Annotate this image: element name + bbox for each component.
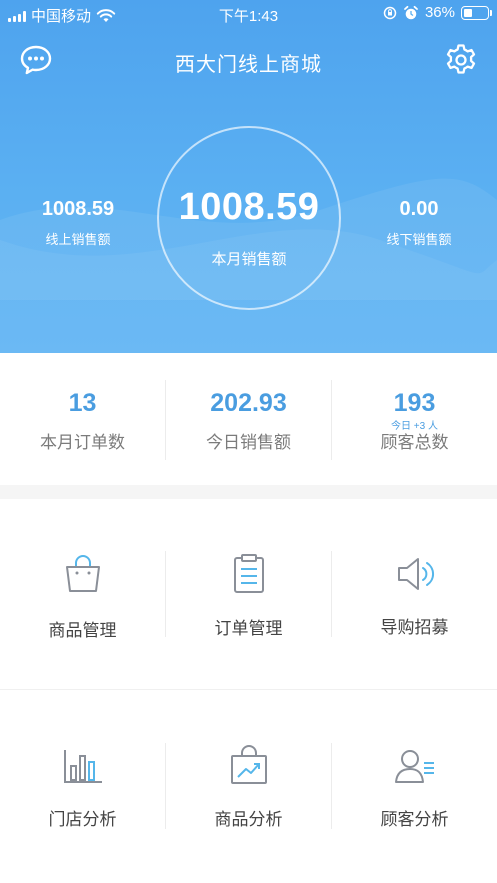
menu-item-guide-recruitment[interactable]: 导购招募 [332, 499, 497, 689]
online-sales-stat: 1008.59 线上销售额 [3, 198, 153, 248]
today-sales-label: 今日销售额 [206, 433, 291, 452]
today-sales-stat[interactable]: 202.93 今日销售额 [166, 353, 331, 485]
monthly-orders-value: 13 [68, 389, 97, 417]
menu-item-label: 导购招募 [380, 618, 449, 637]
monthly-sales-value: 1008.59 [178, 186, 320, 228]
total-customers-value: 193 [393, 389, 436, 417]
total-customers-stat[interactable]: 193 今日 +3 人 顾客总数 [332, 353, 497, 485]
menu-item-order-management[interactable]: 订单管理 [166, 499, 331, 689]
rotation-lock-icon [383, 6, 397, 19]
bar-chart-icon [64, 750, 102, 783]
gear-icon[interactable] [443, 42, 479, 78]
menu-item-product-analysis[interactable]: 商品分析 [166, 690, 331, 880]
summary-row: 13 本月订单数 202.93 今日销售额 193 今日 +3 人 顾客总数 [0, 353, 497, 485]
status-bar: 中国移动 下午1:43 36% [0, 0, 497, 28]
monthly-orders-label: 本月订单数 [40, 433, 125, 452]
menu-grid: 商品管理 订单管理 导购招募 门店分析 商品分析 顾客分析 [0, 499, 497, 883]
menu-item-product-management[interactable]: 商品管理 [0, 499, 165, 689]
monthly-sales-label: 本月销售额 [211, 251, 287, 268]
menu-item-label: 订单管理 [214, 619, 283, 638]
nav-bar: 西大门线上商城 [0, 40, 497, 80]
monthly-sales-circle: 1008.59 本月销售额 [157, 126, 341, 310]
shopping-bag-icon [66, 555, 100, 592]
total-customers-label: 顾客总数 [380, 433, 449, 452]
speaker-icon [398, 558, 434, 590]
header-panel: 中国移动 下午1:43 36% 西大门线上商城 1008.59 线上销售额 10… [0, 0, 497, 353]
offline-sales-value: 0.00 [399, 198, 439, 220]
today-sales-value: 202.93 [210, 389, 287, 417]
offline-sales-stat: 0.00 线下销售额 [344, 198, 494, 248]
offline-sales-label: 线下销售额 [386, 232, 452, 247]
battery-percent: 36% [424, 4, 455, 21]
user-list-icon [395, 750, 434, 783]
menu-item-label: 门店分析 [48, 810, 117, 829]
online-sales-label: 线上销售额 [45, 232, 111, 247]
menu-item-customer-analysis[interactable]: 顾客分析 [332, 690, 497, 880]
online-sales-value: 1008.59 [41, 198, 115, 220]
battery-icon [461, 5, 492, 20]
menu-item-label: 顾客分析 [380, 810, 449, 829]
page-title: 西大门线上商城 [175, 54, 322, 76]
menu-item-label: 商品管理 [48, 621, 117, 640]
menu-item-store-analysis[interactable]: 门店分析 [0, 690, 165, 880]
alarm-icon [404, 5, 418, 19]
clipboard-icon [234, 554, 264, 593]
monthly-orders-stat[interactable]: 13 本月订单数 [0, 353, 165, 485]
menu-item-label: 商品分析 [214, 810, 283, 829]
section-gap [0, 485, 497, 499]
trend-chart-icon [231, 745, 267, 784]
